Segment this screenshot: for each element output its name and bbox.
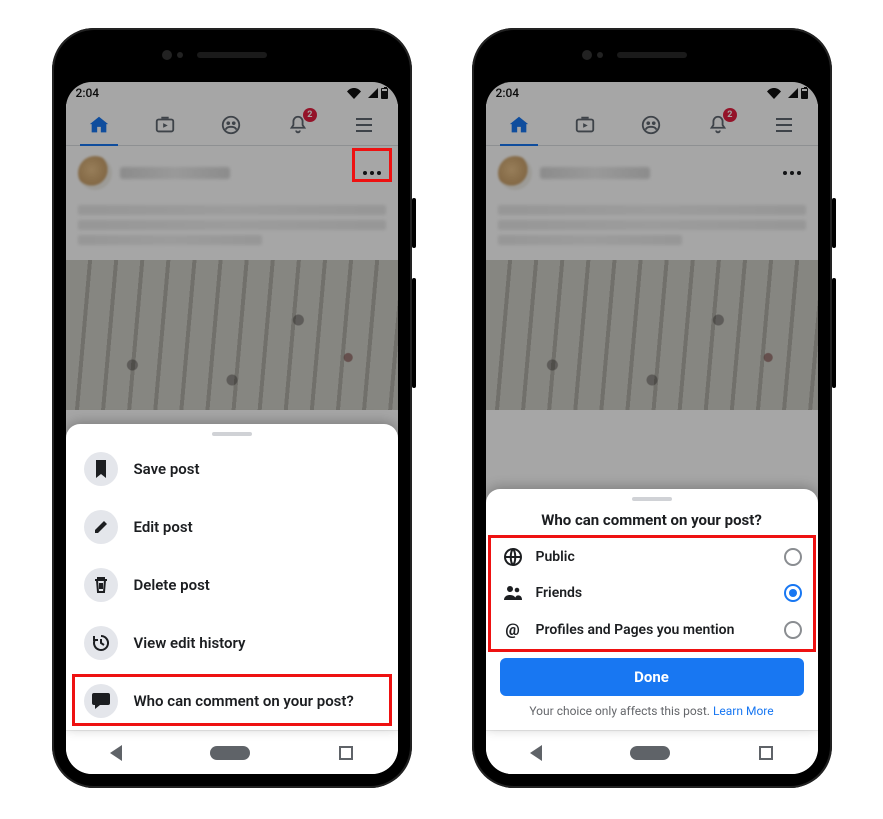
globe-icon — [502, 548, 524, 566]
pencil-icon — [84, 510, 118, 544]
history-icon — [84, 626, 118, 660]
comment-privacy-sheet: Who can comment on your post? Public Fri… — [486, 489, 818, 730]
menu-edit-post[interactable]: Edit post — [66, 498, 398, 556]
done-button[interactable]: Done — [500, 658, 804, 696]
android-home-button[interactable] — [630, 746, 670, 760]
menu-label: Who can comment on your post? — [134, 692, 354, 710]
sheet-grabber[interactable] — [632, 497, 672, 501]
android-home-button[interactable] — [210, 746, 250, 760]
learn-more-link[interactable]: Learn More — [713, 704, 774, 718]
sheet-grabber[interactable] — [212, 432, 252, 436]
radio-checked-icon[interactable] — [784, 584, 802, 602]
menu-label: Edit post — [134, 518, 193, 536]
android-overview-button[interactable] — [759, 746, 773, 760]
menu-delete-post[interactable]: Delete post — [66, 556, 398, 614]
option-mentions[interactable]: @ Profiles and Pages you mention — [486, 611, 818, 648]
menu-save-post[interactable]: Save post — [66, 440, 398, 498]
android-back-button[interactable] — [530, 745, 542, 761]
option-public[interactable]: Public — [486, 539, 818, 575]
menu-label: Delete post — [134, 576, 210, 594]
android-nav-bar — [486, 730, 818, 774]
option-label: Profiles and Pages you mention — [536, 622, 772, 638]
radio-unchecked-icon[interactable] — [784, 621, 802, 639]
mention-icon: @ — [502, 620, 524, 639]
option-friends[interactable]: Friends — [486, 575, 818, 611]
post-options-sheet: Save post Edit post Delete post View edi… — [66, 424, 398, 730]
sheet-title: Who can comment on your post? — [486, 505, 818, 539]
comment-icon — [84, 684, 118, 718]
sheet-footnote: Your choice only affects this post. Lear… — [486, 700, 818, 730]
friends-icon — [502, 585, 524, 601]
bookmark-icon — [84, 452, 118, 486]
phone-mockup-right: 2:04 2 — [472, 28, 832, 788]
menu-label: Save post — [134, 460, 200, 478]
trash-icon — [84, 568, 118, 602]
option-label: Public — [536, 549, 772, 565]
option-label: Friends — [536, 585, 772, 601]
menu-who-can-comment[interactable]: Who can comment on your post? — [66, 672, 398, 730]
radio-unchecked-icon[interactable] — [784, 548, 802, 566]
phone-mockup-left: 2:04 2 — [52, 28, 412, 788]
menu-view-edit-history[interactable]: View edit history — [66, 614, 398, 672]
android-back-button[interactable] — [110, 745, 122, 761]
android-overview-button[interactable] — [339, 746, 353, 760]
menu-label: View edit history — [134, 634, 246, 652]
android-nav-bar — [66, 730, 398, 774]
